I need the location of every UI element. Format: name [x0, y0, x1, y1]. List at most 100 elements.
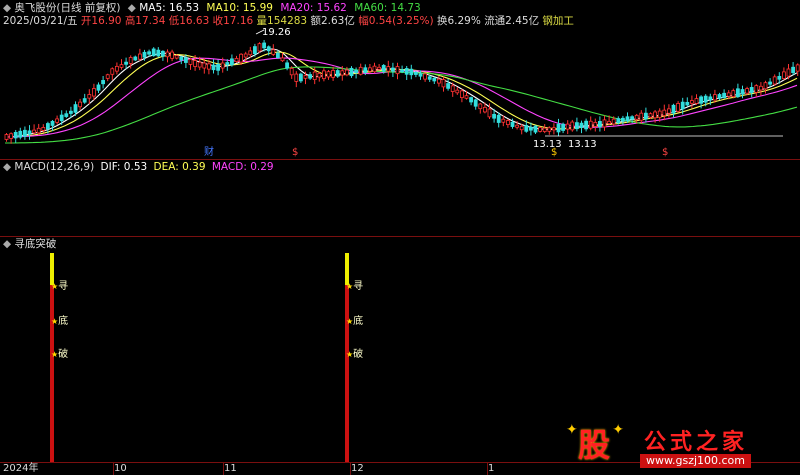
candle	[644, 112, 648, 120]
candle	[377, 66, 382, 70]
candle	[722, 92, 726, 99]
watermark-logo: ✦ ✦ 股	[566, 422, 624, 464]
xaxis-label: 10	[114, 463, 127, 474]
candle	[174, 55, 179, 59]
candle	[170, 51, 175, 59]
candle	[119, 64, 124, 68]
candle	[777, 76, 782, 80]
candle	[625, 116, 630, 122]
candle	[745, 88, 749, 94]
candle	[18, 130, 23, 138]
candle	[289, 68, 294, 76]
price-chart[interactable]	[0, 0, 800, 160]
candle	[754, 85, 759, 93]
candle	[680, 101, 685, 110]
xaxis-label: 2024年	[3, 463, 39, 474]
panel-separator[interactable]	[0, 236, 800, 237]
candle	[78, 101, 82, 108]
candle	[216, 64, 221, 71]
candle	[317, 73, 322, 78]
candle	[92, 88, 96, 97]
candle	[358, 66, 363, 75]
candle	[505, 120, 510, 125]
candle	[160, 50, 165, 57]
high-price-label: 19.26	[262, 27, 291, 38]
signal-label: ★寻	[51, 281, 69, 292]
candle	[579, 122, 584, 128]
candle	[206, 63, 211, 70]
candle	[312, 71, 317, 80]
candle	[648, 113, 653, 118]
macd-chart[interactable]	[0, 159, 800, 239]
signal-label: ★底	[51, 316, 69, 327]
candle	[147, 51, 152, 55]
candle	[234, 57, 239, 63]
candle	[717, 94, 722, 99]
candle	[32, 129, 36, 134]
candle	[4, 134, 9, 140]
candle	[266, 46, 271, 52]
event-marker-dividend[interactable]: $	[292, 147, 298, 159]
candle	[607, 120, 611, 125]
signal-bar	[50, 285, 54, 462]
watermark-url: www.gszj100.com	[640, 454, 752, 468]
event-marker-finance[interactable]: 财	[204, 147, 214, 159]
ma10-line	[4, 51, 798, 138]
candle	[202, 62, 207, 69]
candle	[694, 98, 699, 104]
candle	[303, 75, 308, 79]
candle	[685, 101, 690, 106]
candle	[639, 112, 644, 121]
candle	[482, 106, 487, 113]
candle	[22, 129, 27, 137]
xaxis-label: 1	[488, 463, 495, 474]
candle	[409, 68, 414, 76]
candle	[556, 123, 561, 133]
event-marker-dividend[interactable]: $	[662, 147, 668, 159]
candle	[519, 125, 524, 131]
candle	[487, 108, 492, 118]
indicator-settings-icon[interactable]: ◆	[3, 238, 11, 250]
candle	[763, 82, 768, 90]
candle	[87, 94, 92, 99]
candle	[634, 114, 639, 120]
candle	[446, 83, 451, 89]
low-price-label-right: 13.13	[568, 139, 597, 150]
candle	[713, 94, 717, 101]
candle	[593, 121, 598, 127]
candle	[657, 110, 662, 118]
signal-bar	[345, 285, 349, 462]
candle	[529, 126, 533, 131]
candle	[400, 69, 405, 73]
candle	[124, 61, 128, 65]
candle	[740, 89, 745, 95]
candle	[515, 124, 519, 128]
candle	[243, 53, 248, 58]
candle	[782, 71, 786, 79]
candle	[791, 66, 795, 74]
candle	[598, 121, 602, 128]
candle	[676, 103, 680, 112]
candle	[82, 98, 87, 103]
signal-label: ★底	[346, 316, 364, 327]
candle	[69, 110, 73, 114]
candle	[561, 123, 565, 131]
candle	[386, 66, 391, 72]
candle	[413, 72, 418, 75]
candle	[367, 67, 372, 72]
candle	[390, 67, 395, 72]
candle	[611, 118, 616, 125]
candle	[584, 120, 588, 130]
candle	[630, 116, 634, 120]
indicator-header: ◆ 寻底突破	[3, 238, 56, 250]
candle	[211, 64, 216, 71]
event-marker-dividend[interactable]: $	[551, 147, 557, 159]
candle	[27, 130, 32, 135]
candle	[151, 48, 156, 57]
candle	[432, 77, 437, 82]
candle	[252, 46, 257, 54]
candle	[533, 125, 538, 133]
candle	[55, 118, 59, 123]
candle	[133, 56, 138, 61]
candle	[473, 99, 478, 107]
